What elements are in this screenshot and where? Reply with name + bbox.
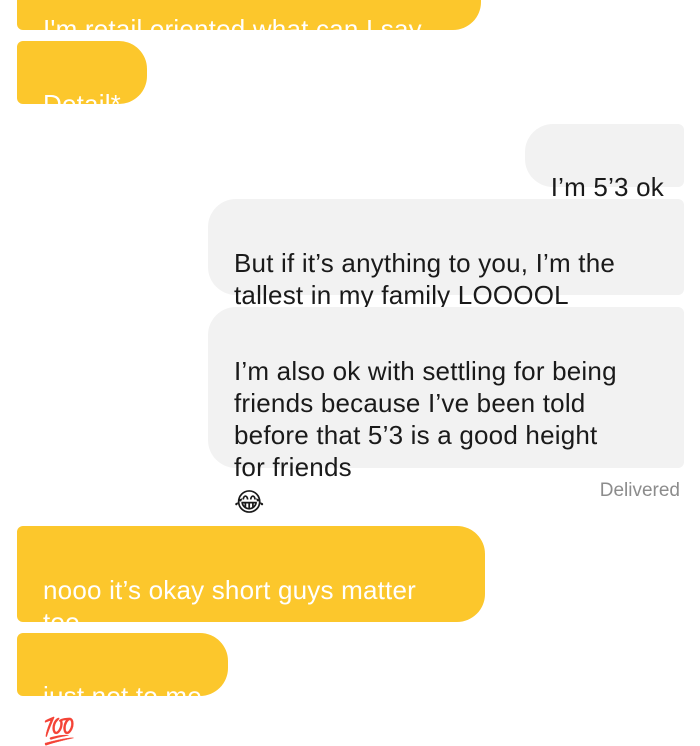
message-text: I’m 5’3 ok: [550, 172, 664, 202]
message-bubble-received[interactable]: I’m 5’3 ok ✋🏼😌: [524, 124, 684, 235]
message-bubble-received[interactable]: But if it’s anything to you, I’m the tal…: [208, 199, 684, 310]
message-bubble-sent[interactable]: Detail*: [17, 41, 147, 119]
message-bubble-sent[interactable]: nooo it’s okay short guys matter too 😌: [17, 526, 485, 670]
message-text: nooo it’s okay short guys matter too: [43, 575, 416, 637]
message-text: I’m also ok with settling for being frie…: [234, 356, 617, 482]
message-text: But if it’s anything to you, I’m the tal…: [234, 248, 616, 310]
message-bubble-received[interactable]: I’m also ok with settling for being frie…: [208, 307, 684, 515]
hundred-points-emoji-icon: 💯: [43, 716, 76, 746]
message-text: I'm retail oriented what can I say: [43, 14, 422, 44]
message-bubble-sent[interactable]: just not to me 💯: [17, 633, 228, 744]
message-bubble-sent[interactable]: I'm retail oriented what can I say: [17, 0, 481, 44]
message-text: just not to me: [43, 681, 202, 711]
laughing-tears-emoji-icon: 😂: [234, 487, 265, 517]
delivered-status: Delivered: [599, 480, 680, 501]
message-text: Detail*: [43, 89, 121, 119]
